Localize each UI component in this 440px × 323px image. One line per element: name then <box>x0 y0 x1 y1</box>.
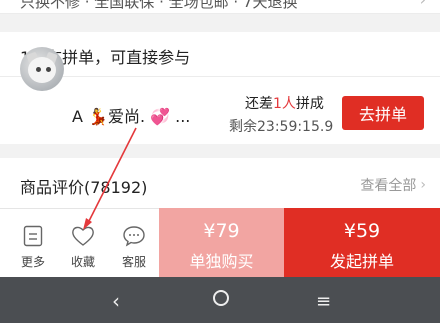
group-leader-nickname: A 💃爱尚. 💞 ... <box>72 107 191 126</box>
system-navigation-bar: ‹ ≡ <box>0 277 440 323</box>
customer-service-button[interactable]: 客服 <box>109 209 159 278</box>
avatar <box>20 47 64 91</box>
home-icon[interactable] <box>213 290 229 306</box>
need-count: 1人 <box>273 96 296 112</box>
more-label: 更多 <box>20 255 45 269</box>
need-suffix: 拼成 <box>295 96 324 112</box>
menu-icon[interactable]: ≡ <box>316 291 331 312</box>
chevron-right-icon: › <box>420 0 426 9</box>
customer-service-label: 客服 <box>121 255 146 269</box>
group-label: 发起拼单 <box>329 252 394 271</box>
reviews-title: 商品评价(78192) <box>20 178 148 197</box>
product-page: 只换不修 · 全国联保 · 全场包邮 · 7天退换 › 1人在拼单，可直接参与 … <box>0 0 440 323</box>
buy-alone-button[interactable]: ¥79 单独购买 <box>159 208 284 277</box>
need-prefix: 还差 <box>245 96 273 112</box>
alone-label: 单独购买 <box>189 252 254 271</box>
divider <box>0 76 440 77</box>
chevron-right-icon: › <box>420 177 426 193</box>
list-icon <box>23 225 43 251</box>
heart-icon <box>71 225 95 251</box>
join-group-button[interactable]: 去拼单 <box>342 96 424 130</box>
favorite-button[interactable]: 收藏 <box>58 209 108 278</box>
back-icon[interactable]: ‹ <box>112 289 120 313</box>
alone-price: ¥79 <box>203 220 240 242</box>
service-text: 只换不修 · 全国联保 · 全场包邮 · 7天退换 <box>20 0 298 11</box>
need-count-line: 还差1人拼成 <box>245 93 324 113</box>
countdown-timer: 剩余23:59:15.9 <box>229 119 334 135</box>
reviews-section[interactable]: 商品评价(78192) 查看全部 › <box>0 158 440 208</box>
view-all-label: 查看全部 <box>360 178 417 194</box>
more-button[interactable]: 更多 <box>8 209 58 278</box>
chat-bubble-icon <box>122 225 146 251</box>
group-price: ¥59 <box>343 220 381 242</box>
start-group-buy-button[interactable]: ¥59 发起拼单 <box>284 208 440 277</box>
favorite-label: 收藏 <box>70 255 95 269</box>
service-strip[interactable]: 只换不修 · 全国联保 · 全场包邮 · 7天退换 › <box>0 0 440 14</box>
view-all-reviews-link[interactable]: 查看全部 › <box>360 175 426 195</box>
